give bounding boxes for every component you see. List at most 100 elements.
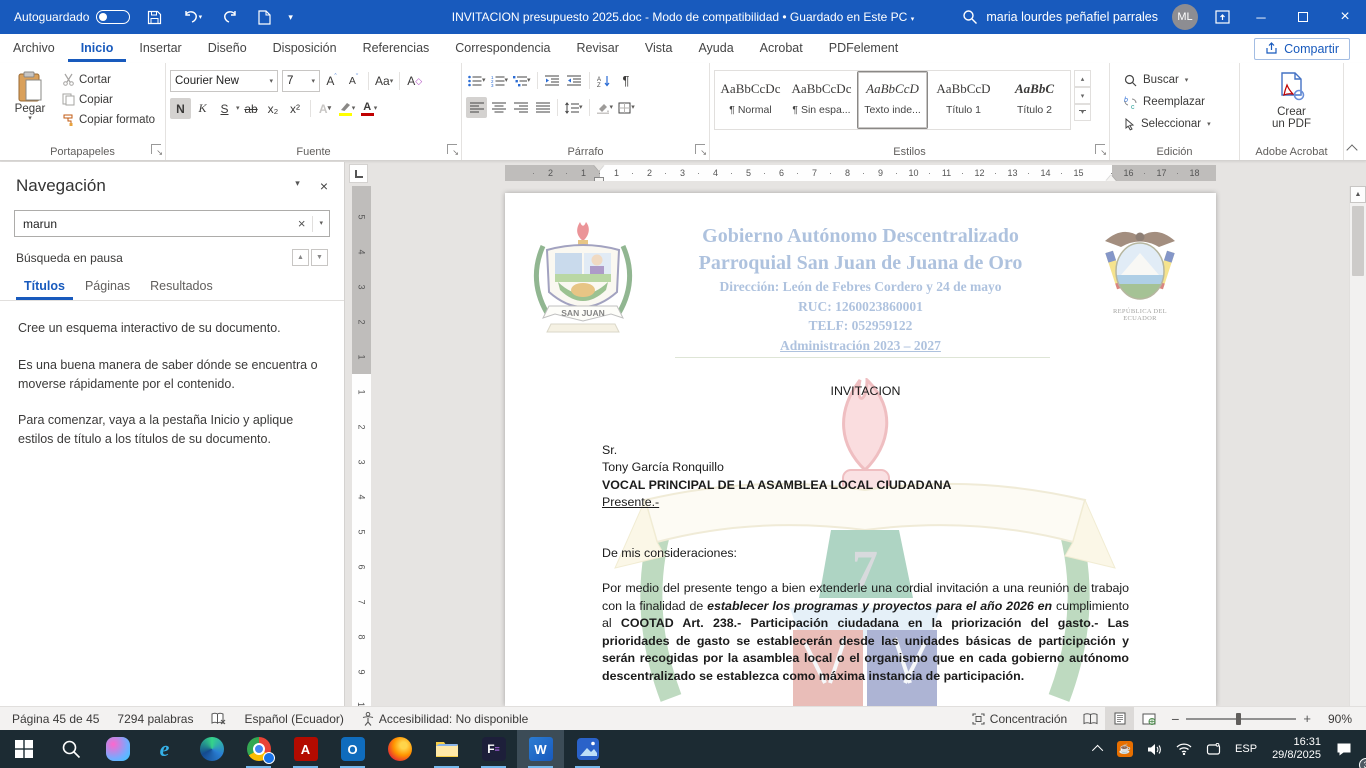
close-button[interactable]: × xyxy=(1324,0,1366,34)
tray-java-icon[interactable]: ☕ xyxy=(1110,730,1140,768)
styles-dialog-launcher[interactable] xyxy=(1095,144,1105,157)
select-button[interactable]: Seleccionar▾ xyxy=(1120,113,1235,135)
tab-ayuda[interactable]: Ayuda xyxy=(685,35,746,62)
taskbar-outlook[interactable]: O xyxy=(329,730,376,768)
save-icon[interactable] xyxy=(144,7,164,27)
language-indicator[interactable]: Español (Ecuador) xyxy=(235,707,352,730)
customize-qat-icon[interactable]: ▾ xyxy=(288,12,293,23)
nav-search-clear-icon[interactable]: × xyxy=(291,216,313,231)
nav-tab-resultados[interactable]: Resultados xyxy=(142,274,221,300)
style-sin-espaciado[interactable]: AaBbCcDc ¶ Sin espa... xyxy=(786,71,857,129)
nav-search-options-icon[interactable]: ▾ xyxy=(313,220,323,227)
user-name[interactable]: maria lourdes peñafiel parrales xyxy=(986,10,1158,24)
nav-pane-options-icon[interactable]: ▾ xyxy=(295,178,300,194)
decrease-indent-button[interactable] xyxy=(542,70,563,91)
tab-inicio[interactable]: Inicio xyxy=(68,35,127,62)
tab-insertar[interactable]: Insertar xyxy=(126,35,194,62)
tab-diseno[interactable]: Diseño xyxy=(195,35,260,62)
share-button[interactable]: Compartir xyxy=(1254,38,1350,60)
line-spacing-button[interactable]: ▾ xyxy=(562,97,585,118)
align-right-button[interactable] xyxy=(510,97,531,118)
copy-button[interactable]: Copiar xyxy=(58,91,159,108)
style-normal[interactable]: AaBbCcDc ¶ Normal xyxy=(715,71,786,129)
scrollbar-thumb[interactable] xyxy=(1352,206,1364,276)
tab-revisar[interactable]: Revisar xyxy=(563,35,631,62)
underline-caret-icon[interactable]: ▾ xyxy=(236,105,240,112)
numbering-button[interactable]: 123▾ xyxy=(489,70,511,91)
text-effects-button[interactable]: A▾ xyxy=(315,98,336,119)
tab-pdfelement[interactable]: PDFelement xyxy=(816,35,911,62)
letter-body[interactable]: INVITACION Sr. Tony García Ronquillo VOC… xyxy=(602,193,1129,706)
tray-volume-icon[interactable] xyxy=(1140,730,1169,768)
zoom-slider[interactable]: − + xyxy=(1163,711,1319,727)
align-left-button[interactable] xyxy=(466,97,487,118)
increase-indent-button[interactable] xyxy=(564,70,585,91)
taskbar-search-button[interactable] xyxy=(47,730,94,768)
taskbar-edge[interactable] xyxy=(188,730,235,768)
tray-show-hidden-icon[interactable] xyxy=(1088,730,1110,768)
avatar[interactable]: ML xyxy=(1172,4,1198,30)
style-titulo-1[interactable]: AaBbCcD Título 1 xyxy=(928,71,999,129)
nav-previous-result-icon[interactable]: ▲ xyxy=(292,249,309,266)
collapse-ribbon-icon[interactable] xyxy=(1346,144,1357,155)
focus-mode-button[interactable]: Concentración xyxy=(963,707,1076,730)
web-layout-button[interactable] xyxy=(1134,707,1163,730)
borders-button[interactable]: ▾ xyxy=(616,97,637,118)
tab-acrobat[interactable]: Acrobat xyxy=(747,35,816,62)
taskbar-copilot[interactable] xyxy=(94,730,141,768)
style-texto-independiente[interactable]: AaBbCcD Texto inde... xyxy=(857,71,928,129)
create-pdf-button[interactable]: Crear un PDF xyxy=(1244,69,1339,130)
saved-location-caret-icon[interactable]: ▾ xyxy=(911,16,915,23)
clipboard-dialog-launcher[interactable] xyxy=(151,144,161,157)
redo-button[interactable] xyxy=(220,7,240,27)
justify-button[interactable] xyxy=(532,97,553,118)
taskbar-file-explorer[interactable] xyxy=(423,730,470,768)
align-center-button[interactable] xyxy=(488,97,509,118)
taskbar-acrobat[interactable]: A xyxy=(282,730,329,768)
replace-button[interactable]: bc Reemplazar xyxy=(1120,91,1235,113)
new-document-icon[interactable] xyxy=(254,7,274,27)
accessibility-indicator[interactable]: Accesibilidad: No disponible xyxy=(353,707,537,730)
styles-scroll-down-icon[interactable]: ▾ xyxy=(1074,87,1091,104)
restore-button[interactable] xyxy=(1282,0,1324,34)
font-color-button[interactable]: A▾ xyxy=(359,98,380,119)
tab-vista[interactable]: Vista xyxy=(632,35,686,62)
minimize-button[interactable]: ─ xyxy=(1240,0,1282,34)
document-page[interactable]: 7 xyxy=(505,193,1216,706)
tray-language[interactable]: ESP xyxy=(1228,730,1264,768)
autosave-control[interactable]: Autoguardado xyxy=(14,10,130,24)
word-count[interactable]: 7294 palabras xyxy=(108,707,202,730)
styles-more-icon[interactable]: ▾ xyxy=(1074,104,1091,121)
styles-scroll-up-icon[interactable]: ▴ xyxy=(1074,70,1091,87)
font-family-select[interactable]: Courier New▾ xyxy=(170,70,278,92)
taskbar-word[interactable]: W xyxy=(517,730,564,768)
underline-button[interactable]: S xyxy=(214,98,235,119)
nav-next-result-icon[interactable]: ▼ xyxy=(311,249,328,266)
tab-correspondencia[interactable]: Correspondencia xyxy=(442,35,563,62)
taskbar-internet-explorer[interactable]: e xyxy=(141,730,188,768)
show-marks-button[interactable]: ¶ xyxy=(616,70,637,91)
nav-tab-paginas[interactable]: Páginas xyxy=(77,274,138,300)
style-titulo-2[interactable]: AaBbC Título 2 xyxy=(999,71,1070,129)
tray-cast-icon[interactable] xyxy=(1199,730,1228,768)
strikethrough-button[interactable]: ab xyxy=(241,98,262,119)
nav-tab-titulos[interactable]: Títulos xyxy=(16,274,73,300)
font-dialog-launcher[interactable] xyxy=(447,144,457,157)
zoom-level[interactable]: 90% xyxy=(1319,707,1366,730)
paste-button[interactable]: Pegar ▾ xyxy=(4,69,56,142)
undo-button[interactable]: ▾ xyxy=(178,7,206,27)
highlight-button[interactable]: ▾ xyxy=(337,98,358,119)
search-icon[interactable] xyxy=(960,7,980,27)
zoom-handle[interactable] xyxy=(1236,713,1241,725)
italic-button[interactable]: K xyxy=(192,98,213,119)
cut-button[interactable]: Cortar xyxy=(58,71,159,88)
nav-pane-close-icon[interactable]: × xyxy=(320,178,328,194)
clear-formatting-button[interactable]: A◇ xyxy=(404,71,425,92)
taskbar-chrome[interactable] xyxy=(235,730,282,768)
superscript-button[interactable]: x² xyxy=(285,98,306,119)
autosave-toggle[interactable] xyxy=(96,10,130,24)
shading-button[interactable]: ▾ xyxy=(594,97,616,118)
zoom-out-icon[interactable]: − xyxy=(1171,711,1179,727)
proofing-status-icon[interactable] xyxy=(202,707,235,730)
read-mode-button[interactable] xyxy=(1076,707,1105,730)
